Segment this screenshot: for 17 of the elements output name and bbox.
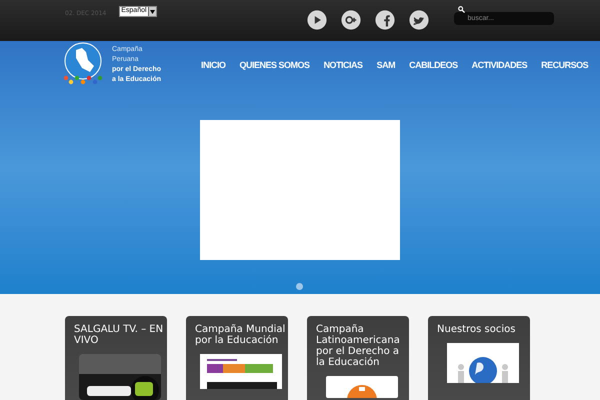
nav-link[interactable]: NOTICIAS [324, 59, 363, 73]
caret-icon [148, 7, 156, 16]
card-title: Campaña Latinoamericana por el Derecho a la Educación [316, 324, 401, 368]
search-icon [458, 6, 465, 13]
nav-link[interactable]: INICIO [201, 59, 226, 73]
card-title: Nuestros socios [437, 324, 516, 335]
nav-link[interactable]: CABILDEOS [409, 59, 458, 73]
nav-link[interactable]: RECURSOS [541, 59, 588, 73]
facebook-icon[interactable] [374, 10, 395, 30]
nav-link[interactable]: ACTIVIDADES [472, 59, 528, 73]
play-icon[interactable] [306, 10, 327, 30]
card-title: Campaña Mundial por la Educación [195, 324, 286, 346]
google-plus-icon[interactable] [340, 10, 361, 30]
nav-link[interactable]: QUIENES SOMOS [240, 59, 310, 73]
twitter-icon[interactable] [408, 10, 429, 30]
nav-link[interactable]: SAM [376, 59, 396, 73]
card-title: SALGALU TV. – EN VIVO [74, 324, 164, 346]
